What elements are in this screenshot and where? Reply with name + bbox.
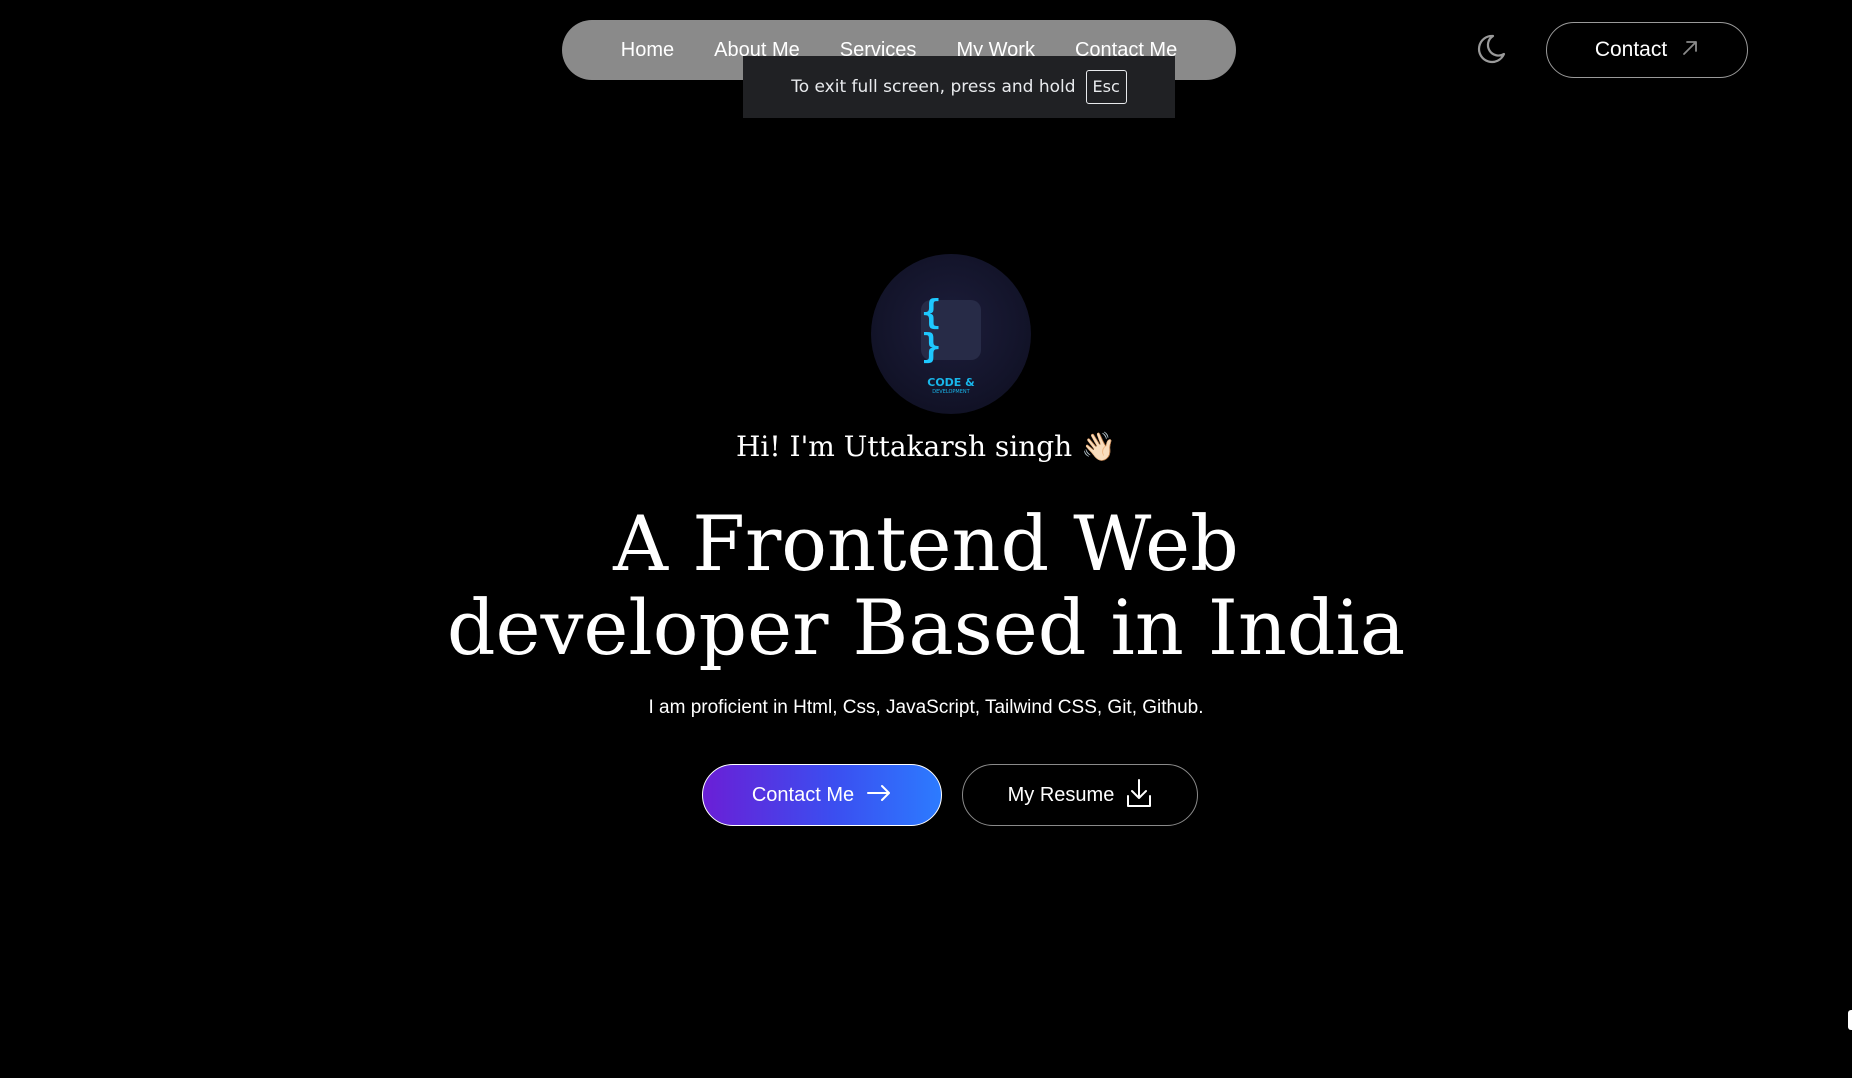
my-resume-button[interactable]: My Resume <box>962 764 1198 826</box>
arrow-up-right-icon <box>1681 39 1699 62</box>
page: Home About Me Services My Work Contact M… <box>0 0 1852 1078</box>
esc-key-badge: Esc <box>1085 70 1127 104</box>
contact-me-button[interactable]: Contact Me <box>702 764 942 826</box>
contact-me-label: Contact Me <box>751 783 855 806</box>
logo-subtext: DEVELOPMENT <box>932 389 970 395</box>
header-contact-button[interactable]: Contact <box>1546 22 1748 78</box>
profile-avatar: { } CODE & DEVELOPMENT <box>871 254 1031 414</box>
my-resume-label: My Resume <box>1007 783 1115 806</box>
header-contact-label: Contact <box>1594 38 1668 61</box>
arrow-right-icon <box>866 784 892 807</box>
waving-hand-icon: 👋🏻 <box>1081 430 1116 463</box>
greeting-text: Hi! I'm Uttakarsh singh <box>736 430 1073 463</box>
hero-greeting: Hi! I'm Uttakarsh singh 👋🏻 <box>0 430 1852 463</box>
moon-icon[interactable] <box>1474 32 1508 66</box>
headline-line-2: developer Based in India <box>446 583 1406 672</box>
fullscreen-notice-text: To exit full screen, press and hold <box>791 77 1076 97</box>
headline-line-1: A Frontend Web <box>613 499 1239 588</box>
code-logo: { } <box>921 296 981 364</box>
scrollbar-edge <box>1848 1010 1852 1030</box>
download-icon <box>1126 778 1152 813</box>
logo-text: CODE & <box>927 375 975 389</box>
skills-summary: I am proficient in Html, Css, JavaScript… <box>648 697 1204 718</box>
nav-link-home[interactable]: Home <box>621 39 674 62</box>
hero-headline: A Frontend Web developer Based in India <box>0 502 1852 670</box>
logo-braces: { } <box>921 293 948 367</box>
fullscreen-exit-notice: To exit full screen, press and hold Esc <box>743 56 1175 118</box>
